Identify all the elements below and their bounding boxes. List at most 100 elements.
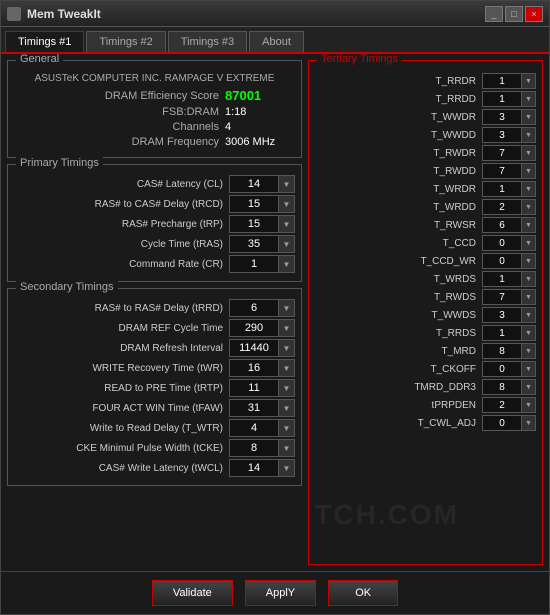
tert-spinner-6[interactable]: ▼ <box>522 181 536 197</box>
tert-input-8[interactable] <box>482 217 522 233</box>
tert-input-15[interactable] <box>482 343 522 359</box>
tert-input-12[interactable] <box>482 289 522 305</box>
tert-label-7: T_WRDD <box>315 202 482 213</box>
freq-row: DRAM Frequency 3006 MHz <box>14 136 295 148</box>
tert-input-14[interactable] <box>482 325 522 341</box>
sec-input-8[interactable] <box>229 459 279 477</box>
sec-spinner-8[interactable]: ▼ <box>279 459 295 477</box>
sec-spinner-5[interactable]: ▼ <box>279 399 295 417</box>
sec-input-4[interactable] <box>229 379 279 397</box>
tert-spinner-4[interactable]: ▼ <box>522 145 536 161</box>
tert-spinner-14[interactable]: ▼ <box>522 325 536 341</box>
tert-spinner-12[interactable]: ▼ <box>522 289 536 305</box>
tert-spinner-1[interactable]: ▼ <box>522 91 536 107</box>
tab-about[interactable]: About <box>249 31 304 52</box>
primary-row-4: Command Rate (CR) ▼ <box>14 255 295 273</box>
tert-input-17[interactable] <box>482 379 522 395</box>
tert-spinner-16[interactable]: ▼ <box>522 361 536 377</box>
primary-input-0[interactable] <box>229 175 279 193</box>
tert-input-13[interactable] <box>482 307 522 323</box>
tert-input-3[interactable] <box>482 127 522 143</box>
tert-input-2[interactable] <box>482 109 522 125</box>
tab-timings2[interactable]: Timings #2 <box>86 31 165 52</box>
sec-input-1[interactable] <box>229 319 279 337</box>
tert-spinner-13[interactable]: ▼ <box>522 307 536 323</box>
tert-row-8: T_RWSR ▼ <box>315 217 536 233</box>
tert-spinner-8[interactable]: ▼ <box>522 217 536 233</box>
app-icon <box>7 7 21 21</box>
tert-row-18: tPRPDEN ▼ <box>315 397 536 413</box>
tert-spinner-2[interactable]: ▼ <box>522 109 536 125</box>
primary-input-2[interactable] <box>229 215 279 233</box>
sec-spinner-7[interactable]: ▼ <box>279 439 295 457</box>
tert-input-7[interactable] <box>482 199 522 215</box>
tert-spinner-5[interactable]: ▼ <box>522 163 536 179</box>
tert-input-1[interactable] <box>482 91 522 107</box>
sec-spinner-3[interactable]: ▼ <box>279 359 295 377</box>
primary-spinner-3[interactable]: ▼ <box>279 235 295 253</box>
sec-spinner-1[interactable]: ▼ <box>279 319 295 337</box>
tert-input-19[interactable] <box>482 415 522 431</box>
tert-spinner-15[interactable]: ▼ <box>522 343 536 359</box>
primary-input-4[interactable] <box>229 255 279 273</box>
primary-row-1: RAS# to CAS# Delay (tRCD) ▼ <box>14 195 295 213</box>
sec-input-0[interactable] <box>229 299 279 317</box>
primary-label-1: RAS# to CAS# Delay (tRCD) <box>14 199 229 210</box>
tert-row-5: T_RWDD ▼ <box>315 163 536 179</box>
tert-row-14: T_RRDS ▼ <box>315 325 536 341</box>
validate-button[interactable]: Validate <box>152 580 233 606</box>
tert-spinner-3[interactable]: ▼ <box>522 127 536 143</box>
primary-label-4: Command Rate (CR) <box>14 259 229 270</box>
tert-input-6[interactable] <box>482 181 522 197</box>
sec-input-7[interactable] <box>229 439 279 457</box>
tert-input-10[interactable] <box>482 253 522 269</box>
sec-spinner-4[interactable]: ▼ <box>279 379 295 397</box>
tert-label-12: T_RWDS <box>315 292 482 303</box>
tert-input-18[interactable] <box>482 397 522 413</box>
sec-input-3[interactable] <box>229 359 279 377</box>
primary-spinner-1[interactable]: ▼ <box>279 195 295 213</box>
sec-spinner-0[interactable]: ▼ <box>279 299 295 317</box>
general-group: General ASUSTeK COMPUTER INC. RAMPAGE V … <box>7 60 302 158</box>
ok-button[interactable]: OK <box>328 580 398 606</box>
tert-input-9[interactable] <box>482 235 522 251</box>
primary-spinner-2[interactable]: ▼ <box>279 215 295 233</box>
tert-spinner-19[interactable]: ▼ <box>522 415 536 431</box>
tab-timings1[interactable]: Timings #1 <box>5 31 84 52</box>
tert-input-5[interactable] <box>482 163 522 179</box>
sec-input-2[interactable] <box>229 339 279 357</box>
sec-spinner-2[interactable]: ▼ <box>279 339 295 357</box>
tert-spinner-7[interactable]: ▼ <box>522 199 536 215</box>
sec-input-6[interactable] <box>229 419 279 437</box>
tert-spinner-17[interactable]: ▼ <box>522 379 536 395</box>
tert-input-16[interactable] <box>482 361 522 377</box>
content-area: General ASUSTeK COMPUTER INC. RAMPAGE V … <box>1 54 549 571</box>
close-button[interactable]: × <box>525 6 543 22</box>
primary-spinner-4[interactable]: ▼ <box>279 255 295 273</box>
tert-input-4[interactable] <box>482 145 522 161</box>
tert-spinner-9[interactable]: ▼ <box>522 235 536 251</box>
mobo-name: ASUSTeK COMPUTER INC. RAMPAGE V EXTREME <box>14 73 295 84</box>
tertiary-rows: T_RRDR ▼ T_RRDD ▼ T_WWDR ▼ T_WWDD ▼ <box>315 65 536 431</box>
primary-input-1[interactable] <box>229 195 279 213</box>
tert-spinner-18[interactable]: ▼ <box>522 397 536 413</box>
apply-button[interactable]: ApplY <box>245 580 316 606</box>
tab-timings3[interactable]: Timings #3 <box>168 31 247 52</box>
tert-input-0[interactable] <box>482 73 522 89</box>
primary-spinner-0[interactable]: ▼ <box>279 175 295 193</box>
tert-row-10: T_CCD_WR ▼ <box>315 253 536 269</box>
tert-label-2: T_WWDR <box>315 112 482 123</box>
maximize-button[interactable]: □ <box>505 6 523 22</box>
freq-value: 3006 MHz <box>225 136 295 148</box>
tert-input-11[interactable] <box>482 271 522 287</box>
tert-row-6: T_WRDR ▼ <box>315 181 536 197</box>
primary-input-3[interactable] <box>229 235 279 253</box>
tert-spinner-0[interactable]: ▼ <box>522 73 536 89</box>
sec-row-2: DRAM Refresh Interval ▼ <box>14 339 295 357</box>
sec-input-5[interactable] <box>229 399 279 417</box>
tert-spinner-10[interactable]: ▼ <box>522 253 536 269</box>
sec-label-7: CKE Minimul Pulse Width (tCKE) <box>14 443 229 454</box>
minimize-button[interactable]: _ <box>485 6 503 22</box>
sec-spinner-6[interactable]: ▼ <box>279 419 295 437</box>
tert-spinner-11[interactable]: ▼ <box>522 271 536 287</box>
